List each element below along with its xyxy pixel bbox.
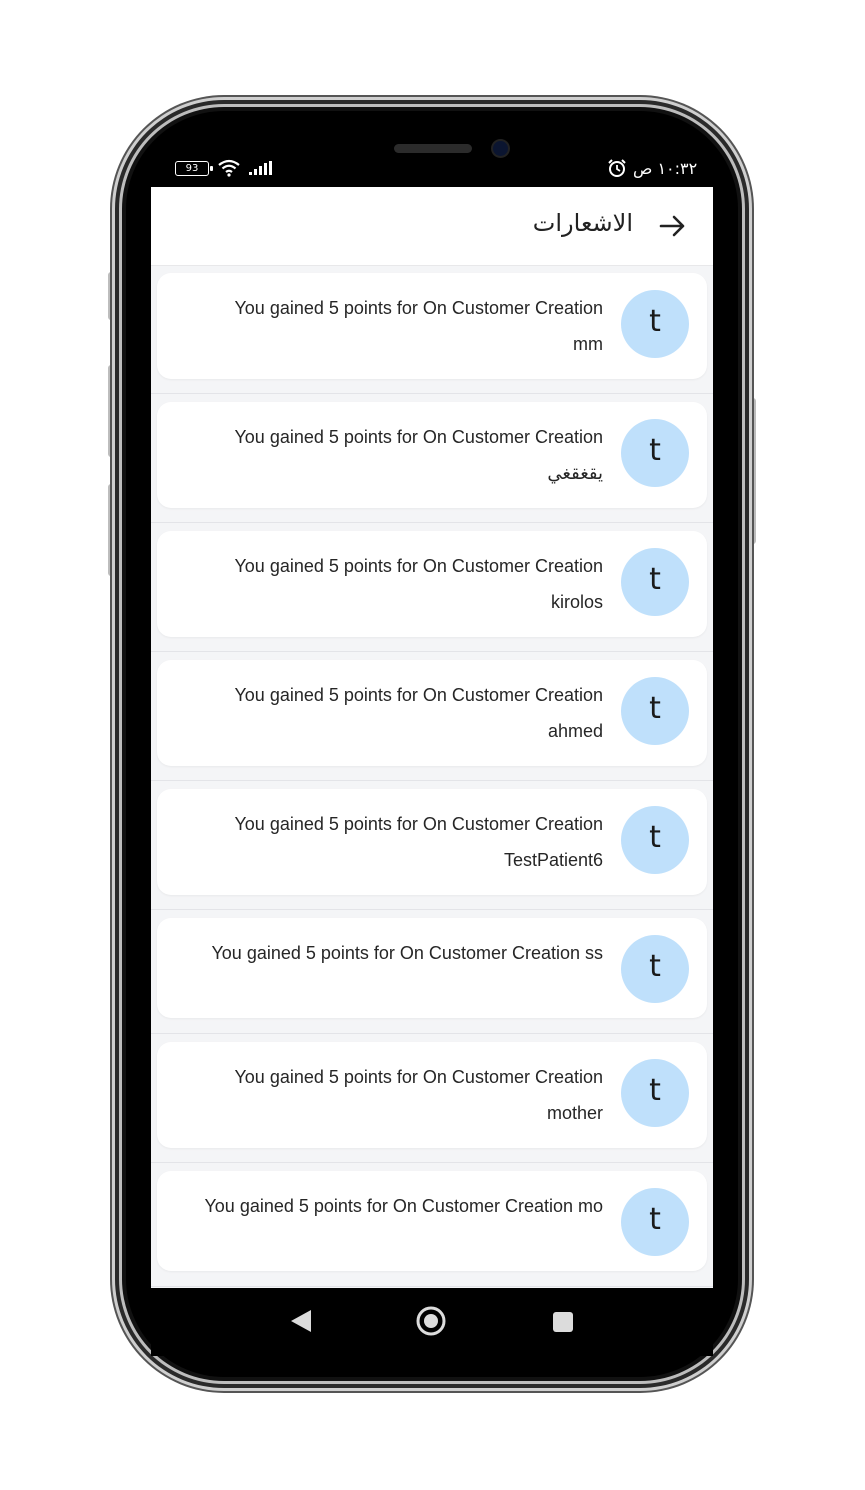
list-item[interactable]: t You gained 5 points for On Customer Cr… bbox=[151, 910, 713, 1034]
notification-card[interactable]: t You gained 5 points for On Customer Cr… bbox=[157, 789, 707, 895]
notification-text: You gained 5 points for On Customer Crea… bbox=[163, 1188, 603, 1224]
notification-line2: mother bbox=[546, 1103, 603, 1123]
notification-line1: You gained 5 points for On Customer Crea… bbox=[234, 685, 603, 705]
avatar: t bbox=[621, 935, 689, 1003]
notification-line1: You gained 5 points for On Customer Crea… bbox=[234, 427, 603, 447]
list-item[interactable]: t You gained 5 points for On Customer Cr… bbox=[151, 652, 713, 781]
notification-text: You gained 5 points for On Customer Crea… bbox=[183, 290, 603, 362]
signal-icon bbox=[249, 161, 272, 175]
notification-line2: يقغقغي bbox=[547, 463, 603, 483]
notification-line2: mm bbox=[573, 334, 603, 354]
status-bar-left: 93 bbox=[175, 152, 272, 184]
page-title: الاشعارات bbox=[532, 209, 633, 237]
notification-card[interactable]: t You gained 5 points for On Customer Cr… bbox=[157, 918, 707, 1018]
notification-card[interactable]: t You gained 5 points for On Customer Cr… bbox=[157, 273, 707, 379]
list-item[interactable]: t You gained 5 points for On Customer Cr… bbox=[151, 1163, 713, 1287]
status-time: ١٠:٣٢ ص bbox=[633, 158, 698, 178]
app-screen: الاشعارات t You gained 5 points for On C… bbox=[151, 187, 713, 1288]
recents-nav-icon[interactable] bbox=[552, 1311, 574, 1333]
notification-line2: kirolos bbox=[550, 592, 603, 612]
notification-card[interactable]: t You gained 5 points for On Customer Cr… bbox=[157, 1171, 707, 1271]
avatar: t bbox=[621, 290, 689, 358]
list-item[interactable]: t You gained 5 points for On Customer Cr… bbox=[151, 265, 713, 394]
notification-card[interactable]: t You gained 5 points for On Customer Cr… bbox=[157, 660, 707, 766]
battery-icon: 93 bbox=[175, 160, 213, 176]
earpiece-speaker bbox=[394, 144, 472, 153]
notification-text: You gained 5 points for On Customer Crea… bbox=[183, 806, 603, 878]
notification-text: You gained 5 points for On Customer Crea… bbox=[183, 1059, 603, 1131]
avatar: t bbox=[621, 548, 689, 616]
notification-line1: You gained 5 points for On Customer Crea… bbox=[234, 298, 603, 318]
list-item[interactable]: t You gained 5 points for On Customer Cr… bbox=[151, 523, 713, 652]
notification-line1: You gained 5 points for On Customer Crea… bbox=[234, 556, 603, 576]
notification-text: You gained 5 points for On Customer Crea… bbox=[183, 677, 603, 749]
notification-list: t You gained 5 points for On Customer Cr… bbox=[151, 265, 713, 1287]
avatar: t bbox=[621, 419, 689, 487]
wifi-icon bbox=[218, 159, 240, 177]
notification-text: You gained 5 points for On Customer Crea… bbox=[183, 419, 603, 491]
system-nav-bar bbox=[151, 1288, 713, 1356]
list-item[interactable]: t You gained 5 points for On Customer Cr… bbox=[151, 781, 713, 910]
home-nav-icon[interactable] bbox=[415, 1305, 447, 1337]
notification-card[interactable]: t You gained 5 points for On Customer Cr… bbox=[157, 531, 707, 637]
notification-line1: You gained 5 points for On Customer Crea… bbox=[234, 1067, 603, 1087]
notification-text: You gained 5 points for On Customer Crea… bbox=[183, 548, 603, 620]
notification-line1: You gained 5 points for On Customer Crea… bbox=[204, 1196, 603, 1216]
notification-text: You gained 5 points for On Customer Crea… bbox=[163, 935, 603, 971]
back-arrow-icon[interactable] bbox=[657, 211, 687, 241]
notification-line2: ahmed bbox=[547, 721, 603, 741]
front-camera bbox=[493, 141, 508, 156]
avatar: t bbox=[621, 806, 689, 874]
notification-card[interactable]: t You gained 5 points for On Customer Cr… bbox=[157, 1042, 707, 1148]
notification-line2: TestPatient6 bbox=[503, 850, 603, 870]
back-nav-icon[interactable] bbox=[289, 1308, 313, 1334]
status-bar-right: ١٠:٣٢ ص bbox=[607, 152, 697, 184]
alarm-icon bbox=[608, 159, 626, 177]
list-item[interactable]: t You gained 5 points for On Customer Cr… bbox=[151, 1034, 713, 1163]
avatar: t bbox=[621, 677, 689, 745]
avatar: t bbox=[621, 1059, 689, 1127]
app-bar: الاشعارات bbox=[151, 187, 713, 266]
notification-line1: You gained 5 points for On Customer Crea… bbox=[211, 943, 603, 963]
notification-card[interactable]: t You gained 5 points for On Customer Cr… bbox=[157, 402, 707, 508]
avatar: t bbox=[621, 1188, 689, 1256]
notification-line1: You gained 5 points for On Customer Crea… bbox=[234, 814, 603, 834]
list-item[interactable]: t You gained 5 points for On Customer Cr… bbox=[151, 394, 713, 523]
